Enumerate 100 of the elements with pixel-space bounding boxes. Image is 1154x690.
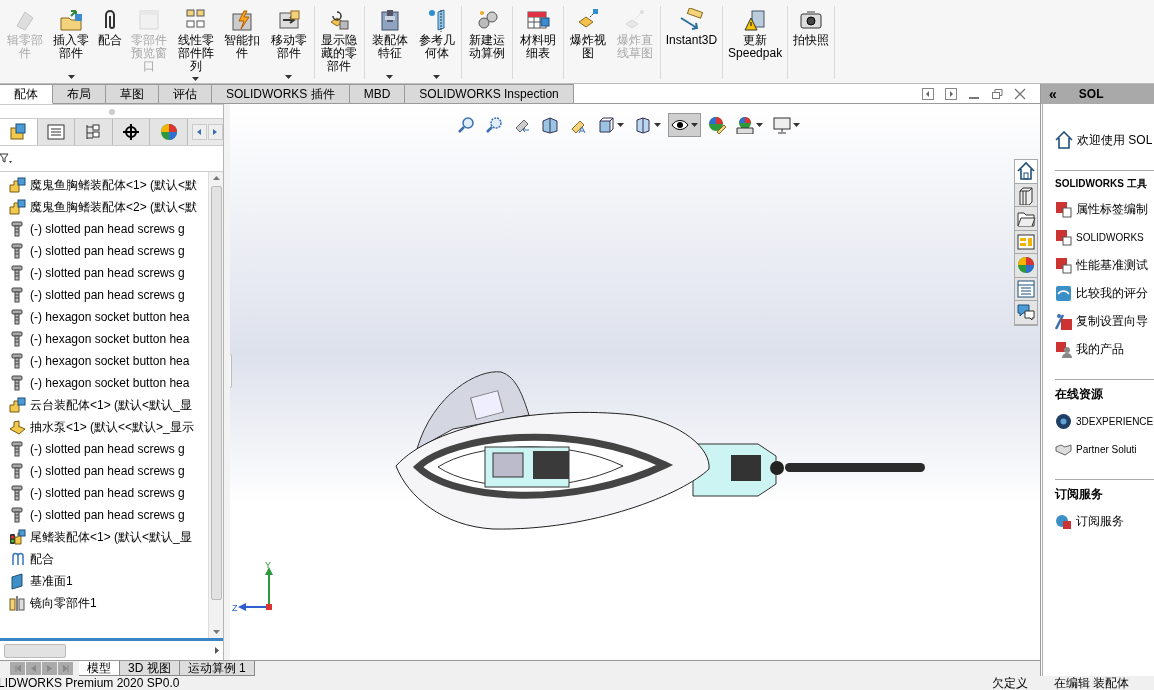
- tree-item[interactable]: (-) slotted pan head screws g: [30, 288, 185, 302]
- first-tab-icon: [14, 665, 21, 672]
- panel-tab[interactable]: [112, 119, 151, 145]
- tree-item[interactable]: 基准面1: [30, 572, 73, 590]
- task-pane-tab[interactable]: [1015, 254, 1037, 278]
- assembly-icon: [9, 198, 26, 216]
- sheet-tab[interactable]: 3D 视图: [120, 661, 180, 676]
- ribbon-button[interactable]: 材料明细表: [515, 6, 560, 79]
- palette-icon: [1016, 231, 1036, 252]
- close-icon[interactable]: [1014, 87, 1026, 100]
- ribbon-tab[interactable]: 布局: [53, 84, 106, 104]
- tree-item[interactable]: (-) slotted pan head screws g: [30, 464, 185, 478]
- next-pane-icon[interactable]: [945, 87, 957, 100]
- ribbon-tab[interactable]: MBD: [349, 84, 406, 104]
- ribbon-tab[interactable]: 配体: [0, 84, 53, 104]
- tree-item[interactable]: 尾鳍装配体<1> (默认<默认_显: [30, 528, 192, 546]
- screw-icon: [9, 242, 26, 260]
- tree-item[interactable]: (-) hexagon socket button hea: [30, 354, 190, 368]
- tab-navigation[interactable]: [10, 662, 73, 675]
- screw-icon: [9, 308, 26, 326]
- screw-icon: [9, 484, 26, 502]
- task-pane-link[interactable]: 订阅服务: [1076, 512, 1124, 530]
- screw-icon: [9, 264, 26, 282]
- task-pane-link[interactable]: 复制设置向导: [1076, 312, 1148, 330]
- tree-item[interactable]: 魔鬼鱼胸鳍装配体<2> (默认<默: [30, 198, 198, 216]
- fx-icon: [1055, 256, 1072, 274]
- tree-item[interactable]: 镜向零部件1: [30, 594, 97, 612]
- tree-item[interactable]: (-) slotted pan head screws g: [30, 266, 185, 280]
- task-pane-tab[interactable]: [1015, 160, 1037, 184]
- ribbon-button[interactable]: 新建运动算例: [465, 6, 509, 79]
- fx-icon: [1055, 228, 1072, 246]
- task-pane-link[interactable]: 性能基准测试: [1076, 256, 1148, 274]
- ribbon-button[interactable]: 显示隐藏的零部件: [317, 6, 362, 79]
- ribbon-button[interactable]: 爆炸视图: [566, 6, 611, 79]
- ribbon-button[interactable]: 插入零部件: [49, 6, 94, 79]
- view-tool-button[interactable]: [667, 113, 701, 137]
- axis-label: Z: [232, 603, 238, 613]
- ribbon-button[interactable]: 拍快照: [791, 6, 832, 79]
- ruler-arrow-icon: [679, 8, 704, 32]
- tree-item[interactable]: 配合: [30, 550, 54, 568]
- screw-icon: [9, 352, 26, 370]
- task-pane-link[interactable]: 我的产品: [1076, 340, 1124, 358]
- resize-handle[interactable]: [108, 108, 115, 115]
- tree-item[interactable]: (-) hexagon socket button hea: [30, 332, 190, 346]
- ribbon-button[interactable]: 装配体特征: [368, 6, 412, 79]
- previous-pane-icon[interactable]: [922, 87, 934, 100]
- ribbon-button[interactable]: Instant3D: [663, 6, 720, 79]
- tree-item[interactable]: (-) slotted pan head screws g: [30, 486, 185, 500]
- next-tab-icon: [47, 665, 52, 672]
- fastener-icon: [230, 8, 255, 32]
- scroll-left-button[interactable]: [191, 124, 207, 140]
- move-component-icon: [276, 8, 301, 32]
- sheet-tab[interactable]: 运动算例 1: [179, 661, 255, 676]
- tree-item[interactable]: (-) slotted pan head screws g: [30, 244, 185, 258]
- plane-icon: [9, 572, 26, 590]
- color-ball-icon: [1016, 255, 1036, 276]
- tree-item[interactable]: (-) hexagon socket button hea: [30, 376, 190, 390]
- section-heading: 订阅服务: [1055, 486, 1104, 503]
- ribbon-tab[interactable]: 评估: [159, 84, 212, 104]
- ribbon-button[interactable]: 参考几何体: [414, 6, 459, 79]
- tree-item[interactable]: (-) hexagon socket button hea: [30, 310, 190, 324]
- restore-icon[interactable]: [991, 87, 1003, 100]
- color-ball-icon: [159, 123, 178, 141]
- task-pane-link[interactable]: 3DEXPERIENCE: [1076, 415, 1154, 427]
- tree-item[interactable]: (-) slotted pan head screws g: [30, 508, 185, 522]
- welcome-link[interactable]: 欢迎使用 SOL: [1077, 131, 1153, 149]
- task-pane-link[interactable]: SOLIDWORKS: [1076, 231, 1144, 243]
- zoom-fit-icon: [456, 116, 475, 134]
- ribbon-tab[interactable]: SOLIDWORKS Inspection: [405, 84, 574, 104]
- ribbon-button[interactable]: 线性零部件阵列: [173, 6, 218, 79]
- task-pane-link[interactable]: 比较我的评分: [1076, 284, 1148, 302]
- paperclip-icon: [9, 550, 26, 568]
- up-arrow-icon: [212, 176, 220, 180]
- ribbon-tab[interactable]: 草图: [106, 84, 159, 104]
- assembly-icon: [9, 396, 26, 414]
- tree-item[interactable]: (-) slotted pan head screws g: [30, 222, 185, 236]
- scroll-right-button[interactable]: [207, 124, 223, 140]
- filter-icon[interactable]: [0, 153, 12, 164]
- screw-icon: [9, 220, 26, 238]
- section-view-icon: [540, 116, 559, 134]
- ribbon-button[interactable]: 移动零部件: [266, 6, 311, 79]
- tree-item[interactable]: 云台装配体<1> (默认<默认_显: [30, 396, 192, 414]
- ribbon-tab[interactable]: SOLIDWORKS 插件: [212, 84, 350, 104]
- part-icon: [9, 418, 26, 436]
- tree-item[interactable]: 抽水泵<1> (默认<<默认>_显示: [30, 418, 194, 436]
- screw-icon: [9, 286, 26, 304]
- ribbon-button[interactable]: 更新Speedpak: [726, 6, 785, 79]
- tree-item[interactable]: 魔鬼鱼胸鳍装配体<1> (默认<默: [30, 176, 198, 194]
- last-tab-icon: [62, 665, 69, 672]
- task-pane-link[interactable]: 属性标签编制: [1076, 200, 1148, 218]
- tree-item[interactable]: (-) slotted pan head screws g: [30, 442, 185, 456]
- ribbon-button[interactable]: 配合: [96, 6, 125, 79]
- collapse-button[interactable]: «: [1049, 86, 1057, 102]
- vertical-scrollbar[interactable]: [208, 172, 223, 638]
- ribbon-button[interactable]: 智能扣件: [220, 6, 264, 79]
- appearance-icon: [707, 116, 726, 134]
- zoom-area-icon: [484, 116, 503, 134]
- sheet-tab[interactable]: 模型: [79, 661, 120, 676]
- task-pane-tab[interactable]: [1015, 301, 1037, 325]
- task-pane-link[interactable]: Partner Soluti: [1076, 443, 1137, 455]
